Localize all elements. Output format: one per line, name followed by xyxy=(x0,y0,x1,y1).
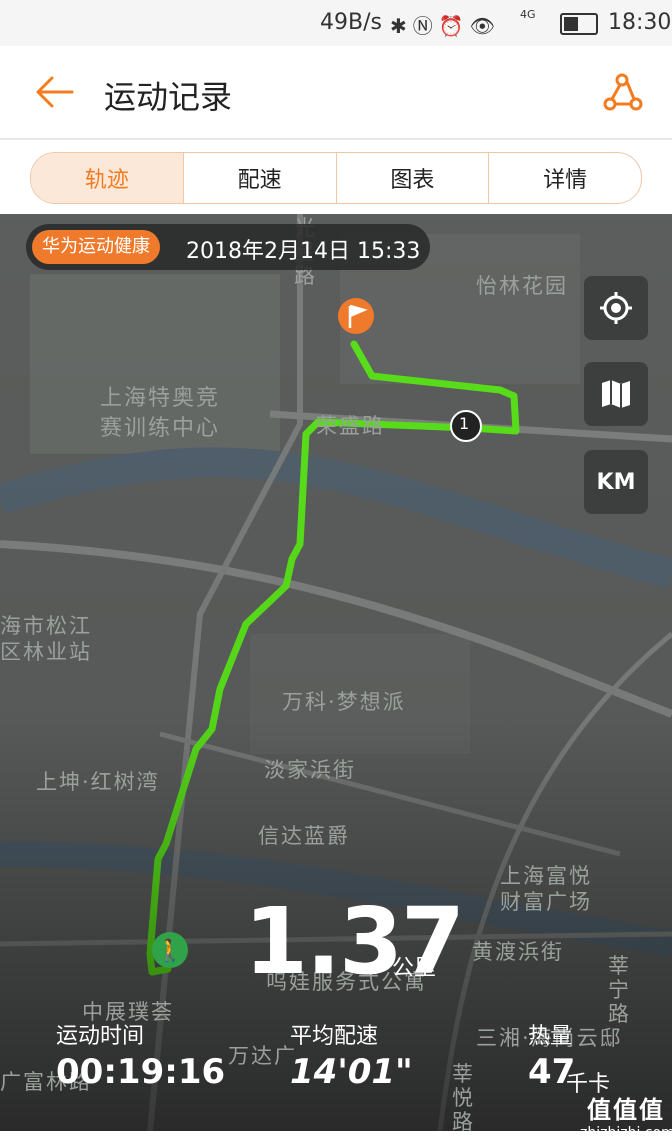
unit-toggle-button[interactable]: KM xyxy=(584,450,648,514)
tab-details[interactable]: 详情 xyxy=(488,153,641,203)
place-label: 万达广 xyxy=(228,1044,297,1068)
watermark: 值值值 zhizhizhi.com xyxy=(580,1094,672,1141)
place-label: 信达蓝爵 xyxy=(258,824,350,848)
watermark-big: 值值值 xyxy=(587,1096,665,1124)
finish-flag-icon xyxy=(338,298,374,334)
walker-icon: 🚶 xyxy=(156,938,183,964)
pace-value: 14'01" xyxy=(290,1052,413,1092)
tab-bar: 轨迹 配速 图表 详情 xyxy=(30,152,642,204)
locate-icon xyxy=(600,292,632,324)
status-icons: ✱Ⓝ⏰👁 xyxy=(390,14,502,38)
place-label: 怡林花园 xyxy=(476,274,568,298)
network-label: 4G xyxy=(520,8,536,21)
battery-icon xyxy=(560,13,598,35)
place-label: 荣盛路 xyxy=(316,414,385,438)
record-date: 2018年2月14日 15:33 xyxy=(186,239,421,264)
place-label: 上坤·红树湾 xyxy=(36,770,160,794)
duration-value: 00:19:16 xyxy=(56,1052,226,1092)
duration-label: 运动时间 xyxy=(56,1024,145,1049)
tab-chart[interactable]: 图表 xyxy=(335,153,489,203)
huawei-health-badge: 华为运动健康 xyxy=(32,230,160,264)
calories-label: 热量 xyxy=(528,1024,573,1049)
map-layer-button[interactable] xyxy=(584,362,648,426)
app-header: 运动记录 xyxy=(0,46,672,140)
tab-pace[interactable]: 配速 xyxy=(182,153,336,203)
km-marker-label: 1 xyxy=(459,414,470,433)
record-info-pill: 华为运动健康 2018年2月14日 15:33 xyxy=(26,224,430,270)
clock: 18:30 xyxy=(608,10,672,35)
place-label: 万科·梦想派 xyxy=(282,690,406,714)
tab-track[interactable]: 轨迹 xyxy=(31,153,183,203)
place-label: 淡家浜街 xyxy=(264,758,356,782)
locate-button[interactable] xyxy=(584,276,648,340)
place-label: 莘悦路 xyxy=(452,1062,475,1131)
share-node-icon[interactable] xyxy=(600,72,644,112)
place-label: 赛训练中心 xyxy=(100,416,221,441)
watermark-url: zhizhizhi.com xyxy=(580,1125,672,1141)
arrow-left-icon[interactable] xyxy=(34,74,74,110)
place-label: 黄渡浜街 xyxy=(472,940,564,964)
map-icon xyxy=(602,380,630,408)
net-speed: 49B/s xyxy=(320,10,382,35)
place-label: 区林业站 xyxy=(0,640,92,664)
pace-label: 平均配速 xyxy=(290,1024,379,1049)
place-label: 莘宁路 xyxy=(608,954,631,1026)
place-label: 上海特奥竞 xyxy=(100,386,221,411)
distance-unit: 公里 xyxy=(392,956,437,981)
place-label: 财富广场 xyxy=(500,890,592,914)
page-title: 运动记录 xyxy=(104,78,233,116)
status-bar: 49B/s ✱Ⓝ⏰👁 4G 18:30 xyxy=(0,0,672,46)
